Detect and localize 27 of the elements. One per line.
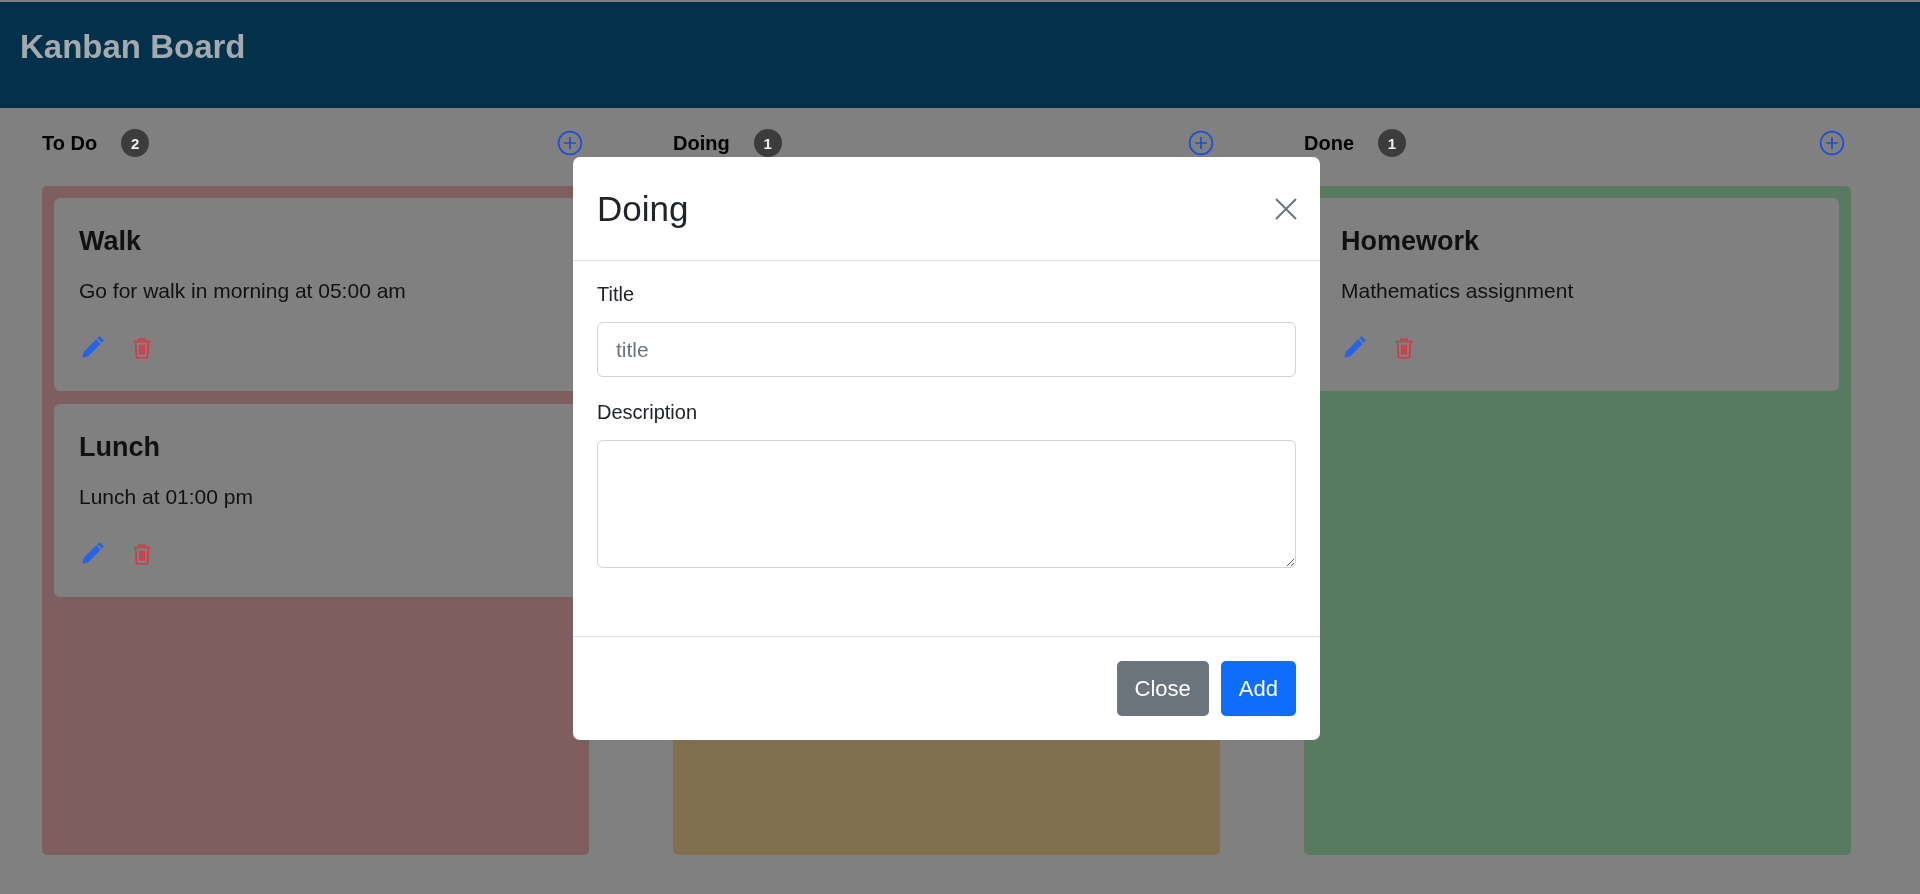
card-title: Lunch [79, 432, 160, 463]
add-icon[interactable] [557, 130, 583, 156]
count-badge: 1 [753, 129, 782, 157]
column-title: Doing [673, 131, 730, 155]
card-description: Go for walk in morning at 05:00 am [79, 279, 406, 303]
field-label: Description [597, 401, 699, 424]
count-badge: 1 [1378, 129, 1406, 157]
card-title: Walk [79, 226, 141, 257]
field-label: Title [597, 283, 636, 306]
close-button[interactable]: Close [1116, 661, 1209, 716]
add-button[interactable]: Add [1220, 661, 1296, 716]
pencil-icon[interactable] [79, 335, 105, 361]
pencil-icon[interactable] [1341, 335, 1367, 361]
title-field[interactable]: title [597, 322, 1296, 377]
modal-title: Doing [597, 188, 689, 229]
pencil-icon[interactable] [79, 541, 105, 567]
column-title: To Do [42, 131, 98, 155]
add-icon[interactable] [1819, 130, 1845, 156]
add-icon[interactable] [1188, 130, 1214, 156]
column-title: Done [1304, 131, 1354, 155]
close-icon[interactable] [1274, 196, 1298, 221]
card-description: Mathematics assignment [1341, 279, 1574, 303]
card-description: Lunch at 01:00 pm [79, 485, 253, 509]
app-title: Kanban Board [20, 28, 246, 66]
card-title: Homework [1341, 226, 1480, 257]
description-field[interactable] [597, 440, 1296, 568]
count-badge: 2 [121, 129, 150, 157]
